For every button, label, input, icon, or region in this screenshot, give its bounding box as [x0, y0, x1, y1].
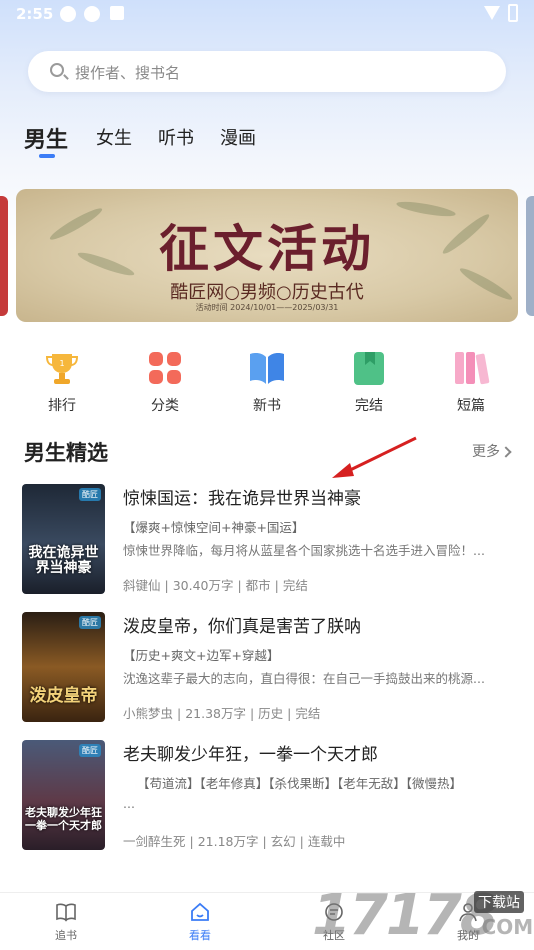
book-meta: 斜键仙 | 30.40万字 | 都市 | 完结 — [123, 578, 308, 593]
wifi-icon — [484, 6, 500, 20]
book-category: 历史 — [258, 706, 284, 721]
cover-badge: 酷匠 — [79, 744, 101, 757]
book-category: 都市 — [245, 578, 271, 593]
more-label: 更多 — [472, 444, 500, 460]
status-time: 2:55 — [16, 5, 54, 23]
book-author: 一剑醉生死 — [123, 834, 186, 849]
tab-female[interactable]: 女生 — [96, 124, 132, 150]
banner-date: 活动时间 2024/10/01——2025/03/31 — [195, 303, 339, 312]
nav-label: 追书 — [55, 929, 77, 942]
book-cover[interactable]: 酷匠 我在诡异世界当神豪 — [22, 484, 105, 594]
cover-title: 我在诡异世界当神豪 — [28, 545, 99, 576]
book-author: 斜键仙 — [123, 578, 161, 593]
book-tags: 【苟道流】【老年修真】【杀伐果断】【老年无敌】【微慢热】 — [137, 776, 463, 791]
notification-icon — [60, 6, 76, 22]
book-list-item[interactable]: 酷匠 老夫聊发少年狂一拳一个天才郎 老夫聊发少年狂，一拳一个天才郎 【苟道流】【… — [22, 740, 512, 850]
cover-title: 老夫聊发少年狂一拳一个天才郎 — [25, 806, 102, 832]
home-icon — [189, 901, 211, 923]
book-status: 连载中 — [307, 834, 346, 849]
banner-subtitle: 酷匠网○男频○历史古代 — [170, 282, 364, 303]
prev-banner-peek[interactable] — [0, 196, 8, 316]
tab-indicator — [39, 154, 55, 158]
quick-nav-short-stories[interactable]: 短篇 — [439, 349, 503, 415]
quick-nav-new-books[interactable]: 新书 — [235, 349, 299, 415]
book-words: 30.40万字 — [172, 578, 234, 593]
search-input[interactable]: 搜作者、搜书名 — [28, 51, 506, 92]
bookmark-book-icon — [350, 349, 388, 387]
quick-nav-ranking[interactable]: 1 排行 — [30, 349, 94, 415]
banner[interactable]: 征文活动 酷匠网○男频○历史古代 活动时间 2024/10/01——2025/0… — [16, 189, 518, 322]
book-description: ... — [123, 796, 135, 811]
book-status: 完结 — [282, 578, 308, 593]
book-meta: 一剑醉生死 | 21.18万字 | 玄幻 | 连载中 — [123, 834, 346, 849]
status-bar: 2:55 — [0, 0, 534, 28]
quick-nav-label: 排行 — [48, 398, 76, 414]
book-list-item[interactable]: 酷匠 泼皮皇帝 泼皮皇帝，你们真是害苦了朕呐 【历史+爽文+边军+穿越】 沈逸这… — [22, 612, 512, 722]
next-banner-peek[interactable] — [526, 196, 534, 316]
section-title: 男生精选 — [24, 441, 108, 465]
short-books-icon — [452, 349, 490, 387]
quick-nav-label: 短篇 — [457, 398, 485, 414]
book-cover[interactable]: 酷匠 泼皮皇帝 — [22, 612, 105, 722]
nav-browse[interactable]: 看看 — [170, 901, 230, 943]
book-list-item[interactable]: 酷匠 我在诡异世界当神豪 惊悚国运：我在诡异世界当神豪 【爆爽+惊悚空间+神豪+… — [22, 484, 512, 594]
book-title[interactable]: 泼皮皇帝，你们真是害苦了朕呐 — [123, 612, 361, 637]
book-title[interactable]: 惊悚国运：我在诡异世界当神豪 — [123, 484, 361, 509]
book-author: 小熊梦虫 — [123, 706, 174, 721]
svg-text:1: 1 — [59, 359, 64, 368]
book-description: 沈逸这辈子最大的志向，直白得很：在自己一手捣鼓出来的桃源... — [123, 671, 485, 686]
notification-icon — [84, 6, 100, 22]
battery-icon — [508, 4, 518, 22]
category-grid-icon — [146, 349, 184, 387]
nav-label: 看看 — [189, 929, 211, 942]
banner-title: 征文活动 — [159, 219, 375, 278]
trophy-icon: 1 — [43, 349, 81, 387]
book-category: 玄幻 — [270, 834, 296, 849]
search-icon — [50, 63, 64, 77]
book-title[interactable]: 老夫聊发少年狂，一拳一个天才郎 — [123, 740, 378, 765]
cover-badge: 酷匠 — [79, 616, 101, 629]
book-tags: 【爆爽+惊悚空间+神豪+国运】 — [123, 520, 305, 535]
tab-male[interactable]: 男生 — [24, 122, 68, 154]
quick-nav-label: 完结 — [355, 398, 383, 414]
tab-audiobook[interactable]: 听书 — [158, 124, 194, 150]
book-status: 完结 — [295, 706, 321, 721]
quick-nav-category[interactable]: 分类 — [133, 349, 197, 415]
watermark-domain: .COM — [474, 915, 534, 939]
app-notification-icon — [110, 6, 124, 20]
tab-comic[interactable]: 漫画 — [220, 124, 256, 150]
quick-nav-label: 新书 — [253, 398, 281, 414]
quick-nav-label: 分类 — [151, 398, 179, 414]
book-words: 21.38万字 — [185, 706, 246, 721]
book-meta: 小熊梦虫 | 21.38万字 | 历史 | 完结 — [123, 706, 321, 721]
watermark-number: 17178 — [312, 883, 499, 948]
watermark-tag: 下载站 — [474, 891, 524, 913]
book-tags: 【历史+爽文+边军+穿越】 — [123, 648, 280, 663]
chevron-right-icon — [500, 446, 512, 458]
search-placeholder: 搜作者、搜书名 — [75, 64, 181, 82]
watermark-logo: 17178 下载站 .COM — [312, 883, 534, 950]
cover-badge: 酷匠 — [79, 488, 101, 501]
annotation-arrow-icon — [332, 436, 417, 478]
cover-title: 泼皮皇帝 — [29, 686, 98, 706]
book-words: 21.18万字 — [197, 834, 259, 849]
book-icon — [55, 901, 77, 923]
book-description: 惊悚世界降临，每月将从蓝星各个国家挑选十名选手进入冒险！... — [123, 543, 485, 558]
quick-nav-completed[interactable]: 完结 — [337, 349, 401, 415]
more-link[interactable]: 更多 — [472, 441, 512, 461]
open-book-icon — [248, 349, 286, 387]
book-cover[interactable]: 酷匠 老夫聊发少年狂一拳一个天才郎 — [22, 740, 105, 850]
nav-bookshelf[interactable]: 追书 — [36, 901, 96, 943]
